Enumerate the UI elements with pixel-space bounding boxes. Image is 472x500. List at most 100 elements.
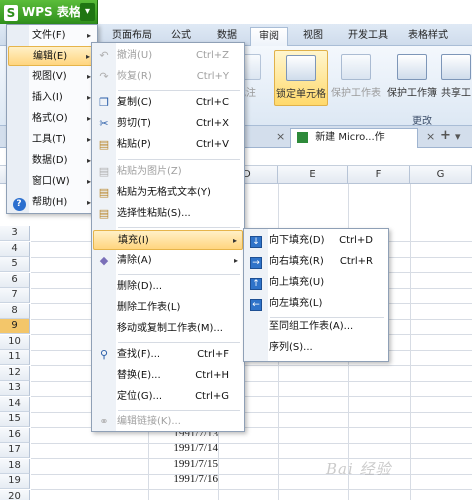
menu-item-clear[interactable]: ◆ 清除(A) ▸: [93, 251, 243, 271]
row-header[interactable]: 9: [0, 319, 30, 334]
menu-item-goto[interactable]: 定位(G)... Ctrl+G: [93, 387, 243, 407]
menu-shortcut: Ctrl+G: [195, 391, 229, 402]
help-icon: ?: [12, 196, 26, 211]
close-tab-icon[interactable]: ×: [276, 130, 285, 143]
menu-item-fill-right[interactable]: → 向右填充(R) Ctrl+R: [245, 252, 387, 272]
menu-shortcut: Ctrl+R: [339, 256, 373, 267]
grid-line: [410, 184, 411, 500]
row-header[interactable]: 13: [0, 381, 30, 396]
menu-item-paste-special[interactable]: ▤ 选择性粘贴(S)...: [93, 204, 243, 224]
share-workbook-button[interactable]: 共享工: [440, 50, 472, 106]
menu-item-label: 至同组工作表(A)...: [269, 321, 354, 332]
menu-item-label: 清除(A): [117, 255, 152, 266]
menu-item-fill-series[interactable]: 序列(S)...: [245, 338, 387, 358]
menu-item-label: 恢复(R): [117, 71, 152, 82]
menu-item-fill[interactable]: 填充(I) ▸: [93, 230, 243, 250]
menu-item-label: 剪切(T): [117, 118, 151, 129]
close-document-icon[interactable]: ×: [426, 130, 435, 143]
menu-item-label: 文件(F): [32, 30, 66, 41]
menu-item-fill-across-sheets[interactable]: 至同组工作表(A)...: [245, 317, 387, 337]
row-header[interactable]: 7: [0, 288, 30, 303]
row-header[interactable]: 10: [0, 335, 30, 350]
row-header[interactable]: 6: [0, 273, 30, 288]
row-header[interactable]: 17: [0, 443, 30, 458]
menu-item-fill-down[interactable]: ↓ 向下填充(D) Ctrl+D: [245, 231, 387, 251]
menu-separator: [118, 159, 240, 160]
add-tab-icon[interactable]: +: [440, 128, 451, 143]
menu-item-delete[interactable]: 删除(D)...: [93, 277, 243, 297]
menu-item-label: 粘贴为图片(Z): [117, 166, 182, 177]
menu-item-fill-left[interactable]: ← 向左填充(L): [245, 294, 387, 314]
cell-date[interactable]: 1991/7/15: [150, 458, 218, 470]
redo-icon: ↷: [99, 70, 109, 83]
menu-shortcut: Ctrl+F: [197, 349, 229, 360]
row-header[interactable]: 16: [0, 428, 30, 443]
grid-line: [31, 443, 472, 444]
wps-app-button[interactable]: S WPS 表格 ▾: [0, 0, 98, 24]
menu-item-paste-as-picture[interactable]: ▤ 粘贴为图片(Z): [93, 162, 243, 182]
row-header[interactable]: 11: [0, 350, 30, 365]
lock-cell-button[interactable]: 锁定单元格: [274, 50, 328, 106]
app-menu-arrow-icon[interactable]: ▾: [80, 3, 95, 21]
menu-item-delete-sheet[interactable]: 删除工作表(L): [93, 298, 243, 318]
menu-item-label: 格式(O): [32, 113, 68, 124]
menu-item-cut[interactable]: ✂ 剪切(T) Ctrl+X: [93, 114, 243, 134]
menu-item-paste-plain-text[interactable]: ▤ 粘贴为无格式文本(Y): [93, 183, 243, 203]
fill-down-icon: ↓: [249, 234, 263, 248]
menu-item-file[interactable]: 文件(F) ▸: [8, 26, 96, 46]
menu-item-window[interactable]: 窗口(W) ▸: [8, 172, 96, 192]
menu-item-copy[interactable]: ❐ 复制(C) Ctrl+C: [93, 93, 243, 113]
menu-item-fill-up[interactable]: ↑ 向上填充(U): [245, 273, 387, 293]
menu-item-edit[interactable]: 编辑(E) ▸: [8, 46, 96, 66]
column-header-f[interactable]: F: [348, 166, 410, 184]
fill-left-icon: ←: [249, 297, 263, 311]
menu-item-label: 撤消(U): [117, 50, 153, 61]
tab-view[interactable]: 视图: [298, 27, 328, 46]
fill-up-icon: ↑: [249, 276, 263, 290]
menu-item-format[interactable]: 格式(O) ▸: [8, 109, 96, 129]
row-header[interactable]: 15: [0, 412, 30, 427]
protect-workbook-button[interactable]: 保护工作簿: [386, 50, 438, 106]
menu-item-label: 向上填充(U): [269, 277, 325, 288]
menu-item-label: 序列(S)...: [269, 342, 313, 353]
menu-item-label: 插入(I): [32, 92, 63, 103]
row-header[interactable]: 3: [0, 226, 30, 241]
paste-special-icon: ▤: [98, 207, 110, 220]
menu-item-view[interactable]: 视图(V) ▸: [8, 67, 96, 87]
row-header[interactable]: 18: [0, 459, 30, 474]
tab-review[interactable]: 审阅: [250, 27, 288, 46]
cell-date[interactable]: 1991/7/14: [150, 442, 218, 454]
fill-menu: ↓ 向下填充(D) Ctrl+D → 向右填充(R) Ctrl+R ↑ 向上填充(U) ←…: [243, 228, 389, 362]
row-header[interactable]: 4: [0, 242, 30, 257]
menu-item-help[interactable]: ? 帮助(H) ▸: [8, 193, 96, 213]
menu-item-label: 视图(V): [32, 71, 67, 82]
menu-item-tools[interactable]: 工具(T) ▸: [8, 130, 96, 150]
row-header[interactable]: 14: [0, 397, 30, 412]
menu-item-data[interactable]: 数据(D) ▸: [8, 151, 96, 171]
column-header-e[interactable]: E: [278, 166, 348, 184]
menu-item-insert[interactable]: 插入(I) ▸: [8, 88, 96, 108]
menu-item-undo[interactable]: ↶ 撤消(U) Ctrl+Z: [93, 46, 243, 66]
app-title: WPS 表格: [22, 5, 81, 19]
lock-cell-label: 锁定单元格: [276, 89, 326, 100]
menu-item-find[interactable]: ⚲ 查找(F)... Ctrl+F: [93, 345, 243, 365]
menu-item-edit-links[interactable]: ⚭ 编辑链接(K)...: [93, 412, 243, 432]
document-tab[interactable]: 新建 Micro...作表.xls *: [290, 128, 418, 161]
menu-item-replace[interactable]: 替换(E)... Ctrl+H: [93, 366, 243, 386]
cell-date[interactable]: 1991/7/16: [150, 473, 218, 485]
row-header[interactable]: 5: [0, 257, 30, 272]
tab-list-chevron-icon[interactable]: ▾: [455, 130, 461, 143]
menu-item-move-copy-sheet[interactable]: 移动或复制工作表(M)...: [93, 319, 243, 339]
tab-table-style[interactable]: 表格样式: [402, 27, 454, 46]
row-header[interactable]: 8: [0, 304, 30, 319]
menu-item-redo[interactable]: ↷ 恢复(R) Ctrl+Y: [93, 67, 243, 87]
undo-icon: ↶: [99, 49, 109, 62]
menu-item-label: 粘贴为无格式文本(Y): [117, 187, 211, 198]
tab-developer[interactable]: 开发工具: [342, 27, 394, 46]
menu-item-paste[interactable]: ▤ 粘贴(P) Ctrl+V: [93, 135, 243, 155]
row-header[interactable]: 20: [0, 490, 30, 500]
row-header[interactable]: 12: [0, 366, 30, 381]
column-header-g[interactable]: G: [410, 166, 472, 184]
row-header[interactable]: 19: [0, 474, 30, 489]
protect-sheet-button[interactable]: 保护工作表: [330, 50, 382, 106]
